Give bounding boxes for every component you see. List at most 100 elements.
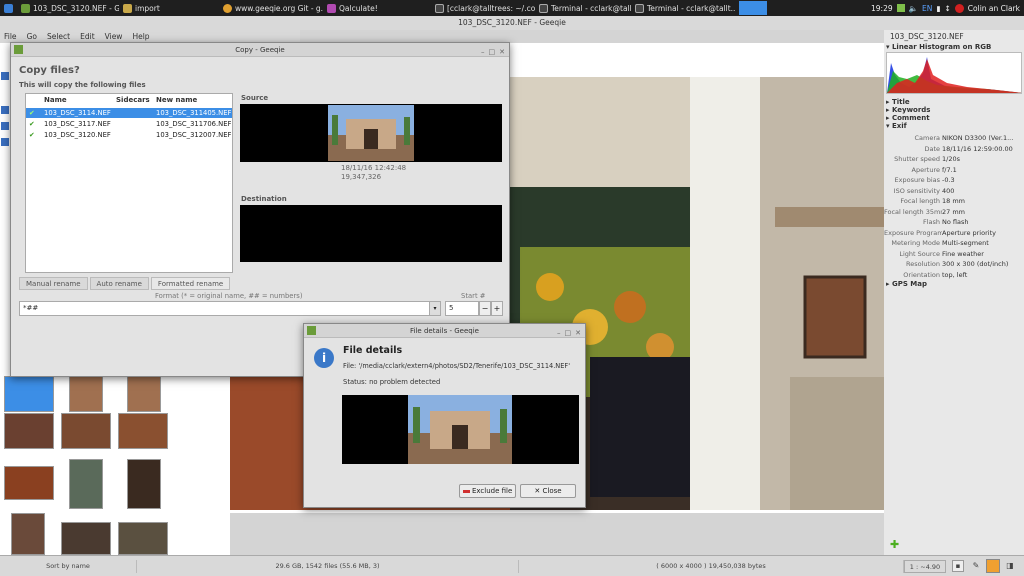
format-dropdown-button[interactable]: ▾ (429, 301, 441, 316)
file-row[interactable]: ✔ 103_DSC_3117.NEF 103_DSC_311706.NEF (26, 119, 232, 129)
dialog-title: File details - Geeqie (410, 327, 479, 335)
taskbar-item-terminal-2[interactable]: Terminal - cclark@tallt... (535, 0, 631, 16)
rename-tabs: Manual rename Auto rename Formatted rena… (19, 277, 231, 290)
file-row[interactable]: ✔ 103_DSC_3114.NEF 103_DSC_311405.NEF (26, 108, 232, 118)
exif-row: ISO sensitivity 400 (884, 186, 1024, 197)
file-list[interactable]: Name Sidecars New name ✔ 103_DSC_3114.NE… (25, 93, 233, 273)
workspace-switcher[interactable] (739, 1, 767, 15)
battery-icon[interactable]: ▮ (936, 4, 940, 13)
exif-key: Orientation (903, 270, 940, 279)
user-name[interactable]: Colin an Clark (968, 4, 1020, 13)
file-path: File: '/media/cclark/extern4/photos/SD2/… (343, 362, 571, 370)
exif-key: ISO sensitivity (893, 186, 940, 195)
copy-dialog-titlebar[interactable]: Copy - Geeqie – □ ✕ (11, 43, 509, 57)
taskbar-item-geeqie[interactable]: 103_DSC_3120.NEF - G... (17, 0, 119, 16)
start-number-input[interactable]: 5 (445, 301, 479, 316)
folder-icon[interactable] (1, 72, 9, 80)
increment-button[interactable]: + (491, 301, 503, 316)
column-header-name[interactable]: Name (44, 96, 67, 104)
close-icon[interactable]: ✕ (575, 326, 581, 340)
folder-icon[interactable] (1, 122, 9, 130)
app-menu-button[interactable] (0, 0, 17, 16)
section-exif[interactable]: ▾ Exif (884, 122, 1024, 130)
power-icon[interactable] (954, 3, 964, 13)
taskbar-item-qalculate[interactable]: Qalculate! (323, 0, 431, 16)
exif-row: Orientation top, left (884, 270, 1024, 281)
thumbnail[interactable] (118, 413, 168, 449)
thumbnail[interactable] (118, 522, 168, 555)
close-icon[interactable]: ✕ (499, 45, 505, 59)
tab-manual-rename[interactable]: Manual rename (19, 277, 88, 290)
folder-icon[interactable] (1, 106, 9, 114)
thumbnail[interactable] (127, 459, 161, 509)
new-file-name: 103_DSC_311405.NEF (156, 109, 232, 117)
thumbnail[interactable] (69, 376, 103, 412)
format-input[interactable]: *## (19, 301, 439, 316)
thumbnail[interactable] (4, 376, 54, 412)
lock-icon[interactable]: ▪ (952, 560, 964, 572)
thumbnail[interactable] (61, 522, 111, 555)
details-heading: File details (343, 345, 403, 356)
exif-value: f/7.1 (942, 165, 957, 174)
add-pane-icon[interactable]: ✚ (890, 539, 900, 550)
file-details-titlebar[interactable]: File details - Geeqie – □ ✕ (304, 324, 585, 338)
volume-icon[interactable]: 🔈 (909, 4, 918, 13)
column-header-sidecars[interactable]: Sidecars (116, 96, 150, 104)
section-title[interactable]: ▸ Title (884, 98, 1024, 106)
taskbar: 103_DSC_3120.NEF - G... import www.geeqi… (0, 0, 1024, 16)
maximize-icon[interactable]: □ (565, 326, 572, 340)
taskbar-item-terminal-1[interactable]: [cclark@talltrees: ~/.co... (431, 0, 535, 16)
color-management-icon[interactable] (986, 559, 1000, 573)
file-name: 103_DSC_3120.NEF (44, 131, 111, 139)
tab-auto-rename[interactable]: Auto rename (89, 277, 149, 290)
section-comment[interactable]: ▸ Comment (884, 114, 1024, 122)
color-picker-icon[interactable]: ✎ (970, 560, 982, 572)
decrement-button[interactable]: − (479, 301, 491, 316)
file-row[interactable]: ✔ 103_DSC_3120.NEF 103_DSC_312007.NEF (26, 130, 232, 140)
geeqie-icon (21, 3, 30, 13)
exif-value: Aperture priority (942, 228, 996, 237)
dialog-subheading: This will copy the following files (19, 81, 146, 89)
thumbnail[interactable] (127, 376, 161, 412)
folder-icon[interactable] (1, 138, 9, 146)
checkmark-icon[interactable]: ✔ (29, 108, 35, 118)
exif-row: Exposure bias -0.3 (884, 175, 1024, 186)
checkmark-icon[interactable]: ✔ (29, 130, 35, 140)
close-button[interactable]: ✕ Close (520, 484, 576, 498)
status-bar: Sort by name 29.6 GB, 1542 files (55.6 M… (0, 555, 1024, 576)
taskbar-item-browser[interactable]: www.geeqie.org Git - g... (219, 0, 323, 16)
maximize-icon[interactable]: □ (489, 45, 496, 59)
column-header-new-name[interactable]: New name (156, 96, 197, 104)
histogram[interactable] (886, 52, 1022, 94)
sort-button[interactable]: Sort by name (0, 560, 137, 573)
exif-key: Shutter speed (894, 155, 940, 163)
section-label: Exif (891, 122, 907, 130)
thumbnail[interactable] (4, 413, 54, 449)
tab-formatted-rename[interactable]: Formatted rename (150, 277, 231, 290)
section-keywords[interactable]: ▸ Keywords (884, 106, 1024, 114)
exif-row: Aperture f/7.1 (884, 165, 1024, 176)
section-gps-map[interactable]: ▸ GPS Map (884, 280, 1024, 288)
exif-key: Focal length (900, 197, 940, 205)
minimize-icon[interactable]: – (557, 326, 561, 340)
dialog-app-icon (307, 326, 316, 335)
network-icon[interactable]: ↕ (944, 4, 950, 13)
browser-icon (223, 3, 232, 13)
clock: 19:29 (871, 3, 893, 13)
histogram-header[interactable]: ▾ Linear Histogram on RGB (884, 43, 1024, 51)
remove-icon (462, 489, 470, 493)
color-profile-icon[interactable]: ◨ (1004, 560, 1016, 572)
thumbnail[interactable] (61, 413, 111, 449)
thumbnail[interactable] (69, 459, 103, 509)
thumbnail[interactable] (11, 513, 45, 555)
taskbar-item-import[interactable]: import (119, 0, 219, 16)
exif-value: NIKON D3300 (Ver.1... (942, 134, 1014, 142)
app-menu-icon (4, 3, 13, 13)
thumbnail[interactable] (4, 466, 54, 500)
exclude-file-button[interactable]: Exclude file (459, 484, 516, 498)
tray-app-icon[interactable] (896, 4, 905, 12)
taskbar-item-terminal-3[interactable]: Terminal - cclark@tallt... (631, 0, 735, 16)
minimize-icon[interactable]: – (481, 45, 485, 59)
checkmark-icon[interactable]: ✔ (29, 119, 35, 129)
keyboard-layout[interactable]: EN (922, 4, 932, 13)
